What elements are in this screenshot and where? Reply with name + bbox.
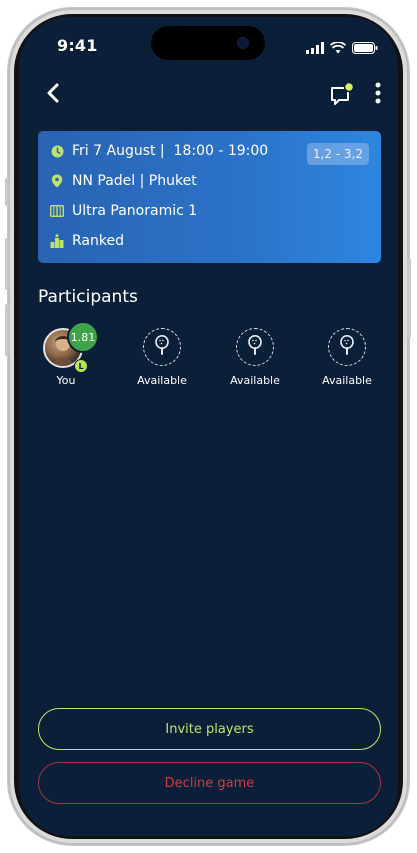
decline-game-button[interactable]: Decline game (38, 762, 381, 804)
power-button (407, 258, 411, 338)
match-info-card: Fri 7 August | 18:00 - 19:00 1,2 - 3,2 N… (38, 131, 381, 263)
padel-racket-icon (338, 335, 356, 359)
top-bar (19, 79, 398, 119)
open-slot-circle (328, 328, 366, 366)
match-venue-row: NN Padel | Phuket (50, 173, 197, 189)
chat-button[interactable] (328, 81, 356, 109)
location-pin-icon (50, 174, 64, 188)
match-type: Ranked (72, 233, 124, 249)
signal-icon (306, 39, 324, 58)
dynamic-island (151, 26, 265, 60)
available-slot-2[interactable]: Available (215, 328, 295, 387)
match-court-row: Ultra Panoramic 1 (50, 203, 197, 219)
open-slot-circle (143, 328, 181, 366)
available-slot-label: Available (230, 374, 280, 387)
podium-icon (50, 234, 64, 248)
back-button[interactable] (39, 81, 67, 109)
more-options-button[interactable] (368, 81, 388, 109)
available-slot-1[interactable]: Available (122, 328, 202, 387)
wifi-icon (329, 39, 347, 58)
clock-icon (50, 144, 64, 158)
volume-up-button (5, 238, 9, 290)
chat-bubble-icon (328, 81, 356, 113)
match-venue: NN Padel | Phuket (72, 173, 197, 189)
participants-title: Participants (38, 287, 138, 307)
more-vertical-icon (375, 82, 381, 108)
level-range-badge: 1,2 - 3,2 (306, 143, 369, 165)
match-datetime-row: Fri 7 August | 18:00 - 19:00 (50, 143, 268, 159)
chevron-left-icon (46, 83, 60, 107)
available-slot-3[interactable]: Available (307, 328, 387, 387)
volume-down-button (5, 304, 9, 356)
battery-icon (352, 39, 378, 58)
camera-icon (237, 37, 249, 49)
status-icons (306, 39, 378, 58)
match-type-row: Ranked (50, 233, 124, 249)
padel-racket-icon (153, 335, 171, 359)
action-button (5, 178, 9, 206)
padel-racket-icon (246, 335, 264, 359)
match-court: Ultra Panoramic 1 (72, 203, 198, 219)
open-slot-circle (236, 328, 274, 366)
available-slot-label: Available (137, 374, 187, 387)
screen: 9:41 Fri 7 August | 18:00 - 19:00 1,2 - … (19, 17, 398, 836)
player-level-badge: L (74, 359, 88, 373)
invite-players-button[interactable]: Invite players (38, 708, 381, 750)
court-icon (50, 204, 64, 218)
status-time: 9:41 (57, 36, 98, 55)
match-datetime: Fri 7 August | 18:00 - 19:00 (72, 143, 269, 159)
available-slot-label: Available (322, 374, 372, 387)
player-you-label: You (56, 374, 76, 387)
player-rating-badge: 1.81 (67, 321, 99, 353)
